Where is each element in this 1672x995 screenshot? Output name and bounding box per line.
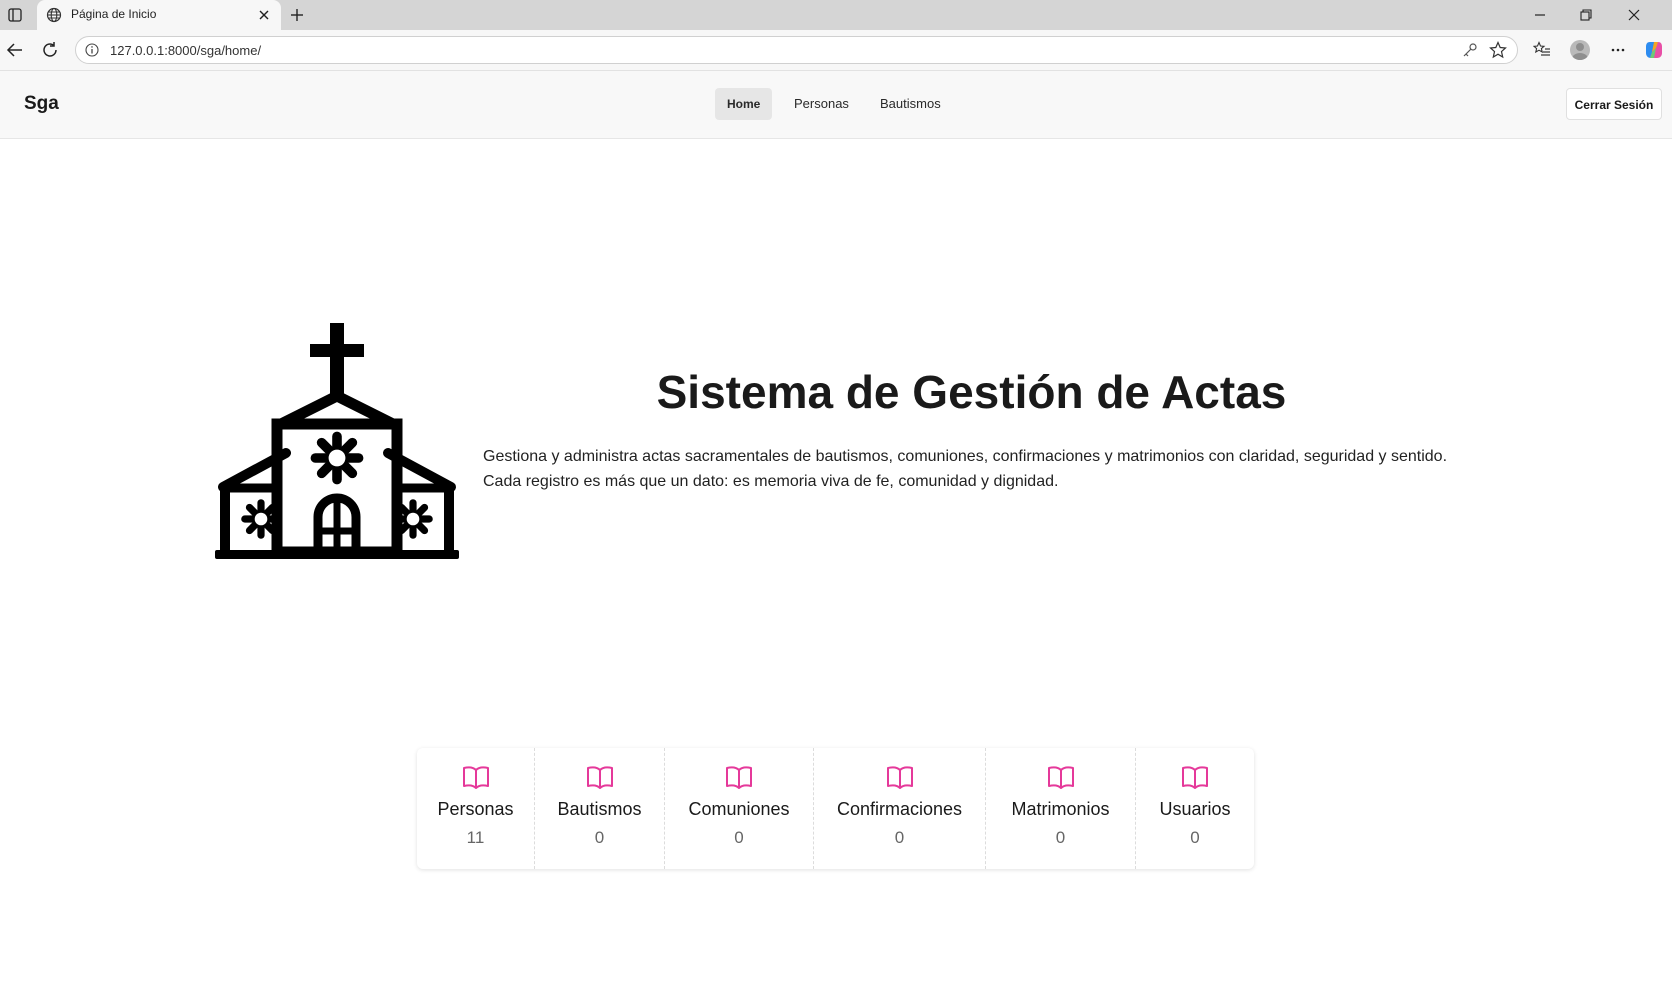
stat-value: 0 (734, 828, 744, 847)
stat-confirmaciones: Confirmaciones 0 (813, 748, 985, 869)
book-icon (1047, 766, 1074, 789)
browser-toolbar: 127.0.0.1:8000/sga/home/ (0, 30, 1672, 71)
stat-value: 0 (894, 828, 905, 847)
close-tab-icon[interactable] (256, 7, 272, 23)
close-window-icon[interactable] (1623, 4, 1645, 26)
book-icon (462, 766, 489, 789)
favorites-list-icon[interactable] (1531, 39, 1553, 61)
stat-matrimonios: Matrimonios 0 (985, 748, 1135, 869)
url-text: 127.0.0.1:8000/sga/home/ (110, 43, 262, 58)
browser-tab[interactable]: Página de Inicio (37, 0, 281, 30)
back-arrow-icon[interactable] (4, 39, 26, 61)
stat-usuarios: Usuarios 0 (1135, 748, 1254, 869)
hero-description-line-2: Cada registro es más que un dato: es mem… (483, 473, 1059, 490)
stat-label: Confirmaciones (836, 799, 963, 819)
more-options-icon[interactable] (1607, 39, 1629, 61)
site-info-icon[interactable] (84, 42, 100, 58)
stat-personas: Personas 11 (417, 748, 534, 869)
key-icon[interactable] (1461, 41, 1479, 59)
minimize-icon[interactable] (1529, 4, 1551, 26)
stat-label: Comuniones (688, 799, 790, 819)
church-icon (215, 323, 459, 559)
stat-bautismos: Bautismos 0 (534, 748, 664, 869)
stat-label: Personas (437, 799, 514, 819)
stat-value: 0 (1190, 828, 1200, 847)
nav-link-home[interactable]: Home (715, 88, 773, 120)
stat-label: Usuarios (1159, 799, 1231, 819)
page-content: Sga Home Personas Bautismos Cerrar Sesió… (0, 71, 1672, 995)
globe-icon (46, 7, 62, 23)
copilot-icon[interactable] (1643, 39, 1665, 61)
stats-card: Personas 11 Bautismos 0 Comuniones 0 Con… (417, 748, 1254, 869)
stat-value: 11 (466, 828, 485, 847)
book-icon (1182, 766, 1208, 789)
logout-button[interactable]: Cerrar Sesión (1566, 88, 1662, 120)
tab-title: Página de Inicio (71, 7, 157, 21)
favorite-star-icon[interactable] (1489, 41, 1507, 59)
restore-icon[interactable] (1575, 4, 1597, 26)
stat-label: Bautismos (557, 799, 642, 819)
browser-tab-bar: Página de Inicio (0, 0, 1672, 30)
book-icon (586, 766, 613, 789)
profile-avatar[interactable] (1569, 39, 1591, 61)
new-tab-icon[interactable] (287, 5, 307, 25)
stat-value: 0 (594, 828, 605, 847)
hero-description: Gestiona y administra actas sacramentale… (483, 444, 1483, 494)
nav-link-personas[interactable]: Personas (782, 88, 861, 120)
hero-description-line-1: Gestiona y administra actas sacramentale… (483, 448, 1448, 465)
address-bar[interactable]: 127.0.0.1:8000/sga/home/ (75, 36, 1518, 64)
book-icon (886, 766, 913, 789)
brand-logo[interactable]: Sga (24, 93, 59, 115)
stat-comuniones: Comuniones 0 (664, 748, 813, 869)
nav-link-bautismos[interactable]: Bautismos (868, 88, 953, 120)
stat-label: Matrimonios (1011, 799, 1110, 819)
page-title: Sistema de Gestión de Actas (656, 366, 1287, 418)
reload-icon[interactable] (39, 39, 61, 61)
book-icon (726, 766, 752, 789)
top-navbar: Sga Home Personas Bautismos Cerrar Sesió… (0, 71, 1672, 139)
tab-actions-icon[interactable] (6, 6, 24, 24)
stat-value: 0 (1055, 828, 1066, 847)
